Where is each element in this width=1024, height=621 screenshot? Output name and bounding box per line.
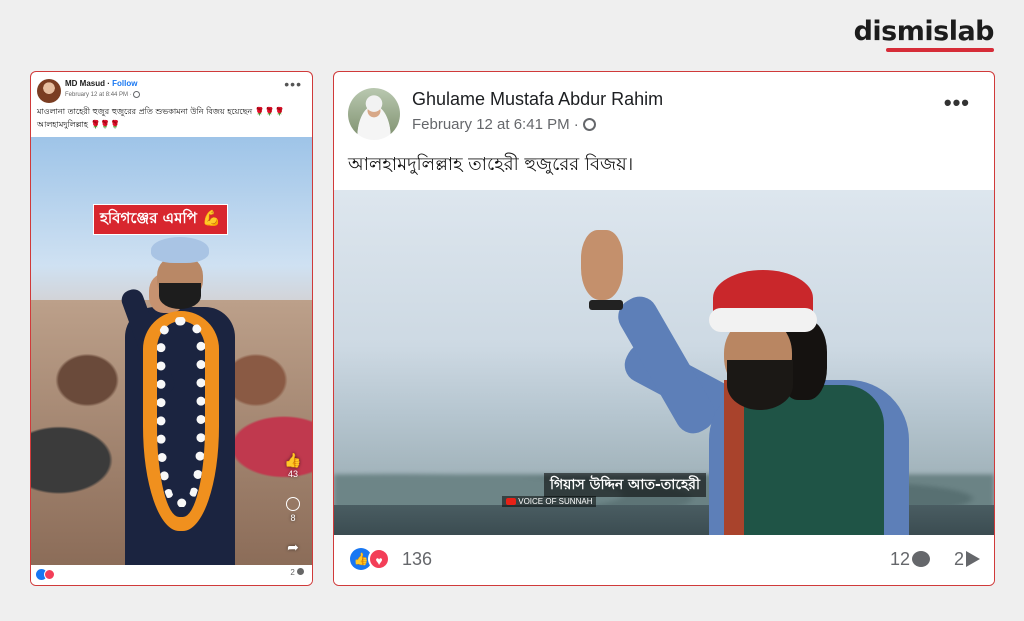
author-name[interactable]: Ghulame Mustafa Abdur Rahim (412, 89, 663, 110)
post-meta: February 12 at 8:44 PM · (65, 91, 141, 98)
photo-caption: গিয়াস উদ্দিন আত-তাহেরী (544, 473, 707, 497)
follow-button[interactable]: Follow (112, 79, 137, 88)
love-reaction-icon[interactable] (44, 569, 55, 580)
comments-group[interactable]: 12 (890, 549, 930, 570)
author-avatar[interactable] (37, 79, 61, 103)
post-text: মাওলানা তাহেরী হুজুর হুজুরের প্রতি শুভকা… (37, 107, 285, 129)
post-meta: February 12 at 6:41 PM · (412, 116, 596, 133)
post-footer: 👍 ♥ 136 12 2 (334, 535, 994, 585)
shares-count: 2 (953, 549, 964, 569)
side-comments-count: 8 (290, 513, 296, 523)
footer-comments[interactable]: 2 (290, 568, 304, 577)
brand-logo: dismislab (853, 16, 995, 47)
side-like-group[interactable]: 👍 43 (280, 452, 306, 479)
side-likes-count: 43 (287, 469, 298, 479)
post-text: আলহামদুলিল্লাহ তাহেরী হুজুরের বিজয়। (348, 154, 634, 175)
garlanded-person (118, 237, 239, 567)
share-arrow-icon[interactable]: ➦ (280, 539, 306, 556)
reactions-count[interactable]: 136 (402, 549, 432, 570)
side-comment-group[interactable]: 8 (280, 497, 306, 523)
post-timestamp[interactable]: February 12 at 8:44 PM · (65, 92, 133, 98)
photo-banner: হবিগঞ্জের এমপি 💪 (93, 204, 228, 235)
globe-icon (133, 91, 141, 98)
facebook-post-large: Ghulame Mustafa Abdur Rahim February 12 … (333, 71, 995, 586)
shares-group[interactable]: 2 (954, 549, 980, 570)
comments-count: 12 (889, 549, 910, 569)
author-name[interactable]: MD Masud (65, 79, 105, 88)
footer-comments-count: 2 (290, 568, 295, 577)
globe-icon (582, 118, 596, 131)
thumb-icon: 👍 (284, 452, 302, 468)
author-line: MD Masud · Follow (65, 79, 137, 88)
post-photo[interactable]: হবিগঞ্জের এমপি 💪 👍 43 8 ➦ (31, 137, 312, 567)
facebook-post-small: MD Masud · Follow February 12 at 8:44 PM… (30, 71, 313, 586)
comment-bubble-icon (286, 497, 300, 511)
share-icon (966, 551, 980, 567)
post-photo[interactable]: গিয়াস উদ্দিন আত-তাহেরী VOICE OF SUNNAH (334, 190, 994, 537)
comment-icon (297, 568, 304, 575)
comment-icon (912, 551, 930, 567)
more-dots-icon[interactable]: ••• (284, 76, 302, 92)
more-dots-icon[interactable]: ••• (944, 90, 970, 116)
love-reaction-icon[interactable]: ♥ (368, 548, 390, 570)
photo-subcaption: VOICE OF SUNNAH (502, 496, 597, 507)
youtube-icon (506, 498, 516, 505)
author-avatar[interactable] (348, 88, 400, 140)
photo-subcaption-text: VOICE OF SUNNAH (518, 497, 593, 506)
post-timestamp[interactable]: February 12 at 6:41 PM · (412, 116, 583, 133)
post-footer: 2 (31, 565, 312, 585)
brand-underline (886, 48, 994, 52)
